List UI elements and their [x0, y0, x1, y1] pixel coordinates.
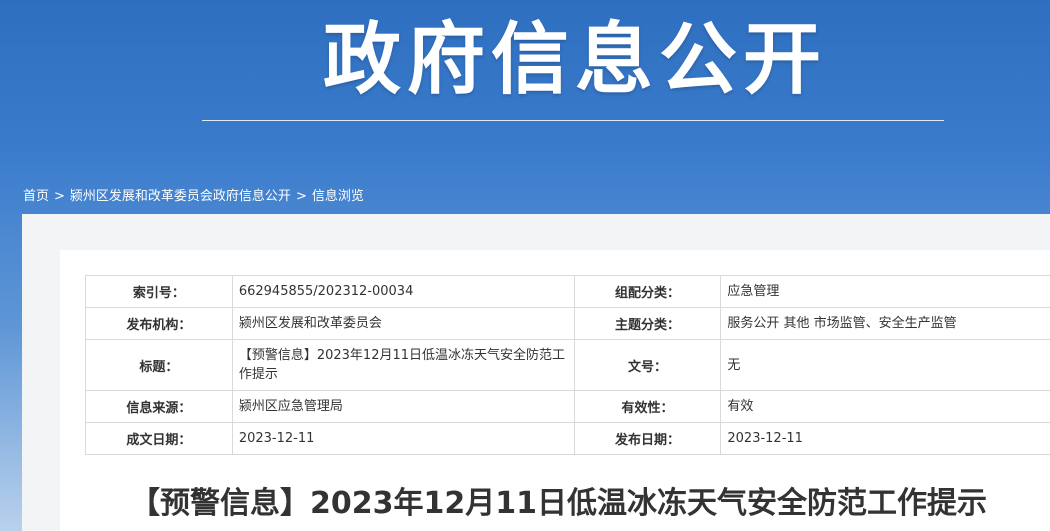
topic-value: 服务公开 其他 市场监管、安全生产监管 [720, 307, 1050, 340]
publish-date-value: 2023-12-11 [720, 422, 1050, 455]
category-label: 组配分类： [573, 275, 722, 308]
breadcrumb-department-link[interactable]: 颍州区发展和改革委员会政府信息公开 [70, 189, 291, 204]
topic-label: 主题分类： [573, 307, 722, 340]
banner-divider [202, 120, 944, 121]
table-row: 索引号： 662945855/202312-00034 组配分类： 应急管理 [85, 275, 1050, 308]
publisher-label: 发布机构： [85, 307, 233, 340]
table-row: 发布机构： 颍州区发展和改革委员会 主题分类： 服务公开 其他 市场监管、安全生… [85, 307, 1050, 340]
table-row: 成文日期： 2023-12-11 发布日期： 2023-12-11 [85, 422, 1050, 455]
publisher-value: 颍州区发展和改革委员会 [231, 307, 575, 340]
document-number-label: 文号： [573, 339, 722, 391]
publish-date-label: 发布日期： [573, 422, 722, 455]
index-number-value: 662945855/202312-00034 [231, 275, 575, 308]
document-number-value: 无 [720, 339, 1050, 391]
validity-value: 有效 [720, 390, 1050, 423]
metadata-table: 索引号： 662945855/202312-00034 组配分类： 应急管理 发… [85, 275, 1050, 455]
banner-title: 政府信息公开 [322, 15, 827, 105]
breadcrumb-current-link[interactable]: 信息浏览 [312, 189, 364, 204]
written-date-value: 2023-12-11 [231, 422, 575, 455]
page: 政府信息公开 首页 > 颍州区发展和改革委员会政府信息公开 > 信息浏览 索引号： 66… [0, 0, 1050, 531]
validity-label: 有效性： [573, 390, 722, 423]
breadcrumb-separator: > [54, 189, 65, 204]
category-value: 应急管理 [720, 275, 1050, 308]
table-row: 标题： 【预警信息】2023年12月11日低温冰冻天气安全防范工作提示 文号： … [85, 339, 1050, 391]
breadcrumb-separator: > [295, 189, 307, 204]
breadcrumb: 首页 > 颍州区发展和改革委员会政府信息公开 > 信息浏览 [23, 185, 364, 204]
article-title: 【预警信息】2023年12月11日低温冰冻天气安全防范工作提示 [130, 486, 987, 521]
index-number-label: 索引号： [85, 275, 233, 308]
title-label: 标题： [85, 339, 233, 391]
source-label: 信息来源： [85, 390, 233, 423]
source-value: 颍州区应急管理局 [231, 390, 575, 423]
written-date-label: 成文日期： [85, 422, 233, 455]
title-value: 【预警信息】2023年12月11日低温冰冻天气安全防范工作提示 [231, 339, 575, 391]
breadcrumb-home-link[interactable]: 首页 [23, 189, 49, 204]
table-row: 信息来源： 颍州区应急管理局 有效性： 有效 [85, 390, 1050, 423]
